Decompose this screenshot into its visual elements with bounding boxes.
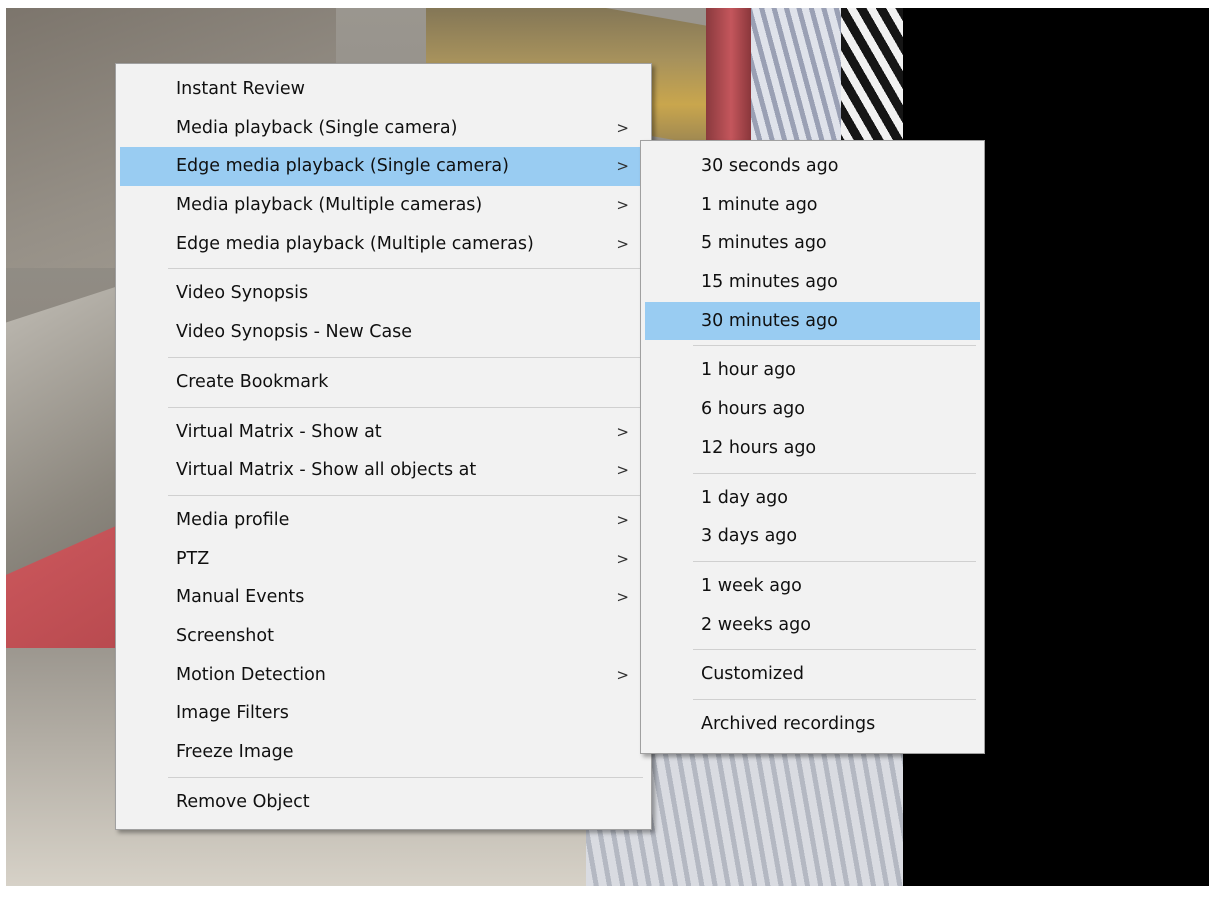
menu-item-label: 1 hour ago bbox=[701, 360, 796, 381]
menu-item-label: Video Synopsis - New Case bbox=[176, 322, 413, 343]
menu-separator bbox=[168, 494, 643, 496]
chevron-right-icon: > bbox=[616, 118, 629, 137]
menu-item-label: 2 weeks ago bbox=[701, 614, 811, 635]
menu-item-label: Instant Review bbox=[176, 79, 305, 99]
menu-item-label: Freeze Image bbox=[176, 742, 294, 762]
submenu-item-12-hours-ago[interactable]: 12 hours ago bbox=[641, 429, 984, 468]
menu-item-label: Virtual Matrix - Show at bbox=[176, 421, 382, 442]
menu-item-label: Manual Events bbox=[176, 587, 305, 608]
menu-separator bbox=[168, 268, 643, 270]
menu-separator bbox=[693, 472, 976, 474]
submenu-item-1-hour-ago[interactable]: 1 hour ago bbox=[641, 351, 984, 390]
menu-item-label: Archived recordings bbox=[701, 713, 876, 734]
chevron-right-icon: > bbox=[616, 234, 629, 253]
menu-item-manual-events[interactable]: Manual Events > bbox=[116, 578, 651, 617]
submenu-item-archived-recordings[interactable]: Archived recordings bbox=[641, 705, 984, 744]
chevron-right-icon: > bbox=[616, 665, 629, 684]
menu-item-label: Media playback (Single camera) bbox=[176, 117, 458, 138]
submenu-item-3-days-ago[interactable]: 3 days ago bbox=[641, 517, 984, 556]
context-menu: Instant Review Media playback (Single cam… bbox=[115, 63, 652, 830]
menu-item-label: Image Filters bbox=[176, 703, 289, 724]
submenu-item-1-minute-ago[interactable]: 1 minute ago bbox=[641, 186, 984, 225]
submenu-item-6-hours-ago[interactable]: 6 hours ago bbox=[641, 390, 984, 429]
submenu-item-1-day-ago[interactable]: 1 day ago bbox=[641, 479, 984, 518]
menu-item-media-playback-single-camera[interactable]: Media playback (Single camera) > bbox=[116, 109, 651, 148]
menu-item-label: Create Bookmark bbox=[176, 371, 329, 392]
chevron-right-icon: > bbox=[616, 157, 629, 176]
menu-item-virtual-matrix-show-at[interactable]: Virtual Matrix - Show at > bbox=[116, 413, 651, 452]
menu-item-freeze-image[interactable]: Freeze Image bbox=[116, 733, 651, 772]
menu-separator bbox=[168, 356, 643, 358]
submenu-item-30-seconds-ago[interactable]: 30 seconds ago bbox=[641, 147, 984, 186]
menu-separator bbox=[693, 560, 976, 562]
menu-item-label: Edge media playback (Multiple cameras) bbox=[176, 233, 534, 254]
menu-item-label: 30 minutes ago bbox=[701, 310, 838, 331]
menu-item-image-filters[interactable]: Image Filters bbox=[116, 694, 651, 733]
menu-separator bbox=[168, 776, 643, 778]
menu-item-edge-media-playback-single-camera[interactable]: Edge media playback (Single camera) > bbox=[120, 147, 647, 187]
edge-playback-submenu: 30 seconds ago 1 minute ago 5 minutes ago 1… bbox=[640, 140, 985, 754]
submenu-item-2-weeks-ago[interactable]: 2 weeks ago bbox=[641, 606, 984, 645]
menu-item-label: 5 minutes ago bbox=[701, 233, 827, 254]
submenu-item-15-minutes-ago[interactable]: 15 minutes ago bbox=[641, 263, 984, 302]
menu-item-label: Customized bbox=[701, 664, 804, 685]
menu-item-label: PTZ bbox=[176, 548, 210, 569]
menu-item-ptz[interactable]: PTZ > bbox=[116, 540, 651, 579]
menu-item-virtual-matrix-show-all-objects-at[interactable]: Virtual Matrix - Show all objects at > bbox=[116, 451, 651, 490]
menu-item-label: Media playback (Multiple cameras) bbox=[176, 195, 483, 216]
menu-item-edge-media-playback-multiple-cameras[interactable]: Edge media playback (Multiple cameras) > bbox=[116, 225, 651, 264]
menu-item-label: 1 week ago bbox=[701, 575, 802, 596]
menu-item-label: 1 minute ago bbox=[701, 194, 818, 215]
chevron-right-icon: > bbox=[616, 549, 629, 568]
menu-item-label: Video Synopsis bbox=[176, 283, 309, 304]
menu-separator bbox=[693, 698, 976, 700]
menu-item-label: 1 day ago bbox=[701, 487, 788, 508]
menu-item-instant-review[interactable]: Instant Review bbox=[116, 70, 651, 109]
menu-item-label: 15 minutes ago bbox=[701, 272, 838, 293]
menu-item-label: 6 hours ago bbox=[701, 399, 806, 420]
menu-item-video-synopsis-new-case[interactable]: Video Synopsis - New Case bbox=[116, 313, 651, 352]
menu-item-label: Motion Detection bbox=[176, 664, 326, 685]
menu-item-label: Media profile bbox=[176, 509, 290, 530]
chevron-right-icon: > bbox=[616, 196, 629, 215]
menu-item-label: Screenshot bbox=[176, 625, 274, 646]
menu-item-screenshot[interactable]: Screenshot bbox=[116, 617, 651, 656]
menu-item-media-profile[interactable]: Media profile > bbox=[116, 501, 651, 540]
chevron-right-icon: > bbox=[616, 422, 629, 441]
menu-item-label: 30 seconds ago bbox=[701, 156, 839, 176]
menu-separator bbox=[693, 649, 976, 651]
chevron-right-icon: > bbox=[616, 588, 629, 607]
submenu-item-5-minutes-ago[interactable]: 5 minutes ago bbox=[641, 224, 984, 263]
menu-item-label: Virtual Matrix - Show all objects at bbox=[176, 460, 477, 481]
submenu-item-30-minutes-ago[interactable]: 30 minutes ago bbox=[645, 301, 980, 341]
menu-item-motion-detection[interactable]: Motion Detection > bbox=[116, 656, 651, 695]
submenu-item-1-week-ago[interactable]: 1 week ago bbox=[641, 567, 984, 606]
menu-item-label: Edge media playback (Single camera) bbox=[176, 156, 509, 177]
menu-item-create-bookmark[interactable]: Create Bookmark bbox=[116, 363, 651, 402]
chevron-right-icon: > bbox=[616, 461, 629, 480]
menu-item-label: 12 hours ago bbox=[701, 437, 817, 458]
menu-item-media-playback-multiple-cameras[interactable]: Media playback (Multiple cameras) > bbox=[116, 186, 651, 225]
menu-item-label: 3 days ago bbox=[701, 526, 798, 547]
submenu-item-customized[interactable]: Customized bbox=[641, 655, 984, 694]
chevron-right-icon: > bbox=[616, 510, 629, 529]
menu-separator bbox=[168, 406, 643, 408]
menu-item-label: Remove Object bbox=[176, 791, 310, 812]
menu-item-video-synopsis[interactable]: Video Synopsis bbox=[116, 274, 651, 313]
menu-separator bbox=[693, 345, 976, 347]
menu-item-remove-object[interactable]: Remove Object bbox=[116, 783, 651, 822]
